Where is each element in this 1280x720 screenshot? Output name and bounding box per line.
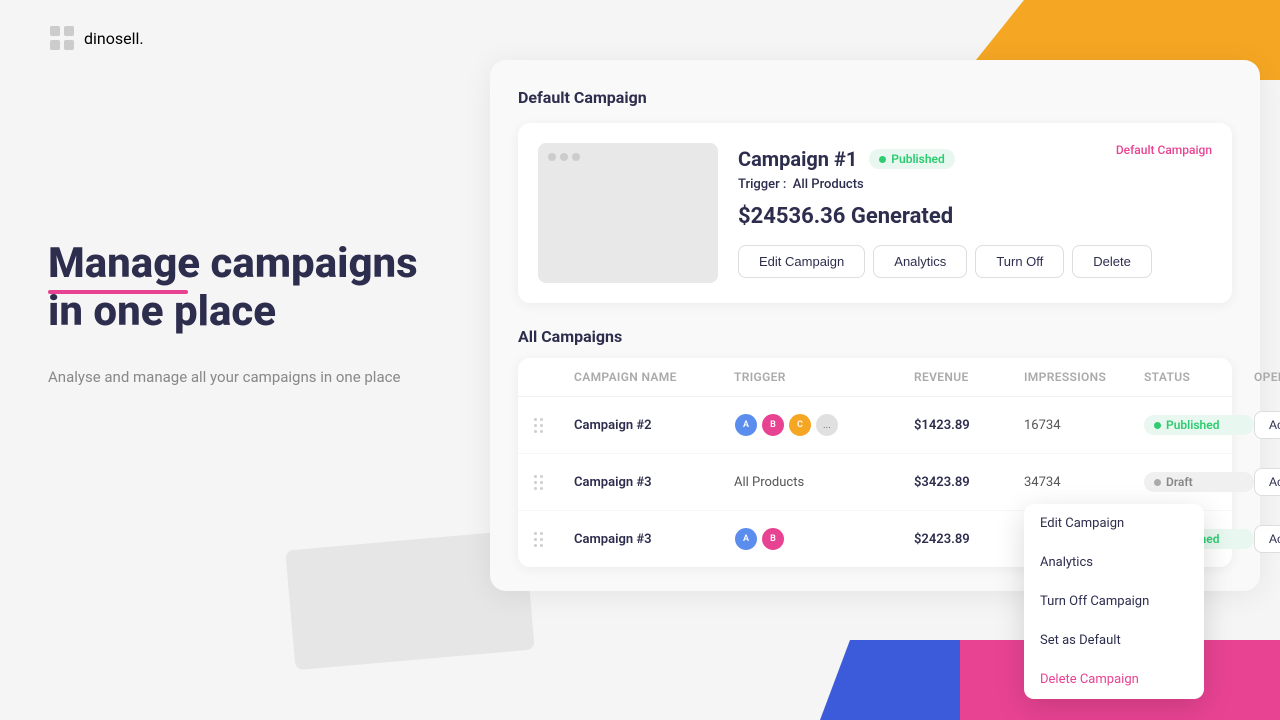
header-impressions: Impressions: [1024, 370, 1144, 384]
campaign-thumbnail: [538, 143, 718, 283]
row3-trigger-avatars: A B: [734, 527, 914, 551]
avatar-1: A: [734, 527, 758, 551]
campaign-trigger-row: Trigger : All Products: [738, 177, 1212, 192]
row2-status-label: Draft: [1166, 475, 1193, 489]
hero-line1: Manage campaigns: [48, 240, 428, 288]
row2-status: Draft: [1144, 472, 1254, 492]
dropdown-set-as-default[interactable]: Set as Default: [1024, 621, 1204, 660]
avatar-2: B: [761, 413, 785, 437]
hero-panel: Manage campaigns in one place Analyse an…: [48, 240, 428, 389]
hero-line2: in one place: [48, 287, 276, 336]
trigger-label: Trigger :: [738, 177, 786, 192]
row1-trigger-avatars: A B C ...: [734, 413, 914, 437]
row2-name: Campaign #3: [574, 475, 734, 490]
drag-handle[interactable]: [534, 532, 574, 547]
table-header: Campaign Name Trigger Revenue Impression…: [518, 358, 1232, 397]
row1-impressions: 16734: [1024, 418, 1144, 433]
row2-impressions: 34734: [1024, 475, 1144, 490]
row3-operations: Actions ▼: [1254, 525, 1280, 553]
dropdown-analytics[interactable]: Analytics: [1024, 543, 1204, 582]
thumbnail-dot-2: [560, 153, 568, 161]
default-campaign-section-title: Default Campaign: [518, 88, 1232, 107]
turn-off-button[interactable]: Turn Off: [975, 245, 1064, 278]
row1-name: Campaign #2: [574, 418, 734, 433]
header-revenue: Revenue: [914, 370, 1024, 384]
edit-campaign-button[interactable]: Edit Campaign: [738, 245, 865, 278]
campaign-actions: Edit Campaign Analytics Turn Off Delete: [738, 245, 1212, 278]
drag-handle[interactable]: [534, 418, 574, 433]
analytics-button[interactable]: Analytics: [873, 245, 967, 278]
row2-revenue: $3423.89: [914, 475, 1024, 490]
avatar-2: B: [761, 527, 785, 551]
dropdown-turn-off-campaign[interactable]: Turn Off Campaign: [1024, 582, 1204, 621]
row3-revenue: $2423.89: [914, 532, 1024, 547]
header-status: Status: [1144, 370, 1254, 384]
row3-name: Campaign #3: [574, 532, 734, 547]
header-campaign-name: Campaign Name: [574, 370, 734, 384]
avatar-1: A: [734, 413, 758, 437]
header-drag: [534, 370, 574, 384]
trigger-value: All Products: [793, 177, 864, 192]
dropdown-menu: Edit Campaign Analytics Turn Off Campaig…: [1024, 504, 1204, 699]
row1-status-label: Published: [1166, 418, 1219, 432]
logo-icon: [48, 24, 76, 52]
campaigns-table: Campaign Name Trigger Revenue Impression…: [518, 358, 1232, 567]
row1-revenue: $1423.89: [914, 418, 1024, 433]
drag-handle[interactable]: [534, 475, 574, 490]
default-campaign-card: Campaign #1 Published Trigger : All Prod…: [518, 123, 1232, 303]
row3-actions-button[interactable]: Actions ▼: [1254, 525, 1280, 553]
campaign-status-label: Published: [891, 152, 944, 166]
row2-status-badge: Draft: [1144, 472, 1254, 492]
row2-operations: Actions ▲ Edit Campaign Analytics Turn O…: [1254, 468, 1280, 496]
thumbnail-dot-3: [572, 153, 580, 161]
thumbnail-dot-1: [548, 153, 556, 161]
hero-description: Analyse and manage all your campaigns in…: [48, 365, 428, 389]
logo-text: dinosell.: [84, 29, 144, 48]
table-row: Campaign #3 All Products $3423.89 34734 …: [518, 454, 1232, 511]
row1-status-badge: Published: [1144, 415, 1254, 435]
thumbnail-dots: [548, 153, 580, 161]
logo: dinosell.: [48, 24, 144, 52]
campaign-info: Campaign #1 Published Trigger : All Prod…: [738, 143, 1212, 278]
table-row: Campaign #2 A B C ... $1423.89 16734 Pub…: [518, 397, 1232, 454]
main-card: Default Campaign Campaign #1 Published T…: [490, 60, 1260, 591]
header-trigger: Trigger: [734, 370, 914, 384]
avatar-more: ...: [815, 413, 839, 437]
avatar-3: C: [788, 413, 812, 437]
default-campaign-label: Default Campaign: [1116, 143, 1212, 157]
campaign-revenue: $24536.36 Generated: [738, 204, 1212, 229]
row1-status-dot: [1154, 422, 1161, 429]
row2-trigger: All Products: [734, 475, 914, 490]
header-operations: Operations: [1254, 370, 1280, 384]
dropdown-delete-campaign[interactable]: Delete Campaign: [1024, 660, 1204, 699]
row1-operations: Actions ▼: [1254, 411, 1280, 439]
status-dot: [879, 156, 886, 163]
row1-actions-button[interactable]: Actions ▼: [1254, 411, 1280, 439]
row1-status: Published: [1144, 415, 1254, 435]
delete-button[interactable]: Delete: [1072, 245, 1152, 278]
all-campaigns-title: All Campaigns: [518, 327, 1232, 346]
campaign-status-badge: Published: [869, 149, 954, 169]
row2-status-dot: [1154, 479, 1161, 486]
row2-actions-button[interactable]: Actions ▲: [1254, 468, 1280, 496]
campaign-name: Campaign #1: [738, 147, 857, 171]
dropdown-edit-campaign[interactable]: Edit Campaign: [1024, 504, 1204, 543]
